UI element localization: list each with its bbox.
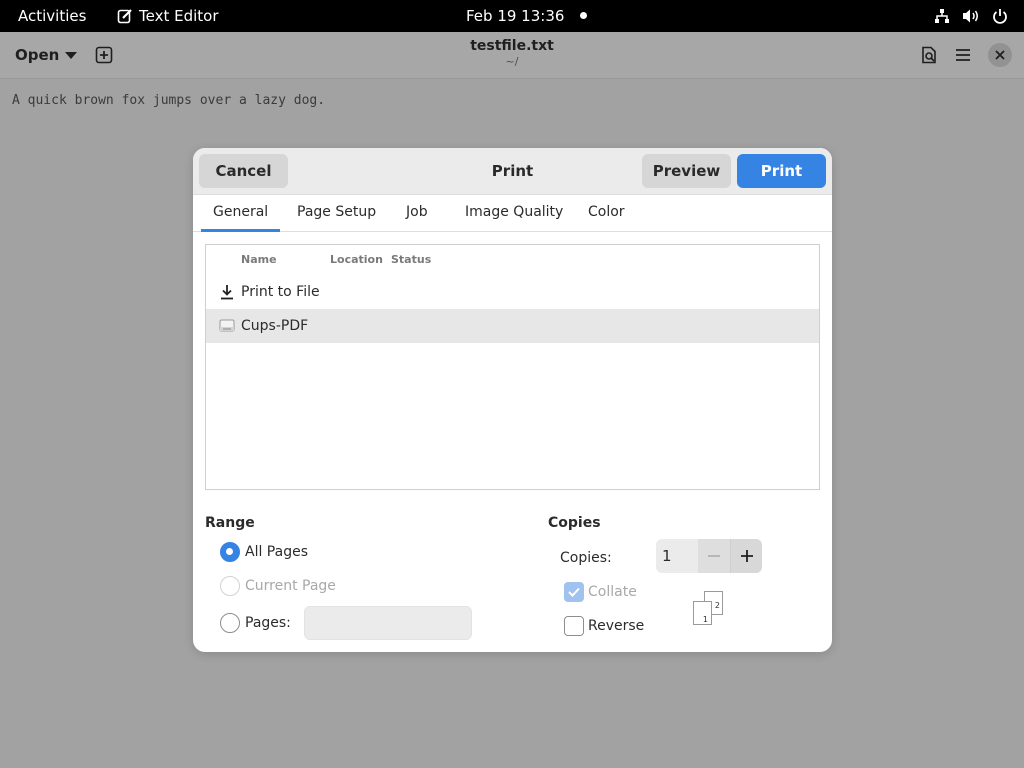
checkmark-icon (568, 587, 580, 597)
chevron-down-icon (65, 51, 78, 59)
open-button[interactable]: Open (15, 46, 78, 64)
open-label: Open (15, 46, 60, 64)
download-icon (221, 285, 233, 300)
reverse-label[interactable]: Reverse (588, 618, 644, 634)
decrement-button (698, 539, 730, 573)
minus-icon (708, 555, 720, 557)
tab-job[interactable]: Job (406, 204, 428, 220)
printer-row-print-to-file[interactable]: Print to File (206, 275, 819, 309)
plus-icon (740, 550, 753, 562)
pages-label[interactable]: Pages: (245, 615, 291, 631)
editor-headerbar: Open testfile.txt ~/ (0, 32, 1024, 79)
dialog-header: Cancel Print Preview Print (193, 148, 832, 195)
system-tray[interactable] (934, 8, 1008, 24)
network-icon (935, 9, 949, 23)
close-icon (995, 50, 1005, 60)
dialog-tabs: General Page Setup Job Image Quality Col… (193, 195, 832, 232)
copies-heading: Copies (548, 515, 601, 531)
new-tab-icon (95, 46, 113, 64)
clock[interactable]: Feb 19 13:36 (466, 7, 564, 25)
tab-general[interactable]: General (200, 204, 281, 232)
hamburger-menu-icon[interactable] (954, 46, 972, 64)
column-header-location[interactable]: Location (330, 253, 383, 266)
app-menu[interactable]: Text Editor (117, 7, 219, 25)
save-document-icon[interactable] (920, 46, 938, 64)
all-pages-label[interactable]: All Pages (245, 544, 308, 560)
file-path: ~/ (505, 55, 519, 68)
radio-all-pages[interactable] (220, 542, 240, 562)
collate-checkbox (564, 582, 584, 602)
top-bar: Activities Text Editor Feb 19 13:36 (0, 0, 1024, 32)
collate-page-1: 1 (693, 601, 712, 625)
column-header-name[interactable]: Name (241, 253, 277, 266)
current-page-label: Current Page (245, 578, 336, 594)
preview-button[interactable]: Preview (642, 154, 731, 188)
column-header-status[interactable]: Status (391, 253, 431, 266)
printer-name: Cups-PDF (241, 318, 309, 334)
reverse-checkbox[interactable] (564, 616, 584, 636)
window-title: testfile.txt ~/ (412, 38, 612, 68)
tab-image-quality[interactable]: Image Quality (465, 204, 563, 220)
range-heading: Range (205, 515, 255, 531)
radio-current-page (220, 576, 240, 596)
printer-list[interactable]: Name Location Status Print to File Cups-… (205, 244, 820, 490)
power-icon (993, 9, 1007, 24)
copies-input[interactable]: 1 (656, 539, 698, 573)
new-tab-button[interactable] (95, 46, 113, 68)
text-editor-icon (117, 9, 132, 24)
app-name: Text Editor (139, 7, 219, 25)
print-dialog: Cancel Print Preview Print General Page … (193, 148, 832, 652)
notification-dot (580, 12, 587, 19)
close-window-button[interactable] (988, 43, 1012, 67)
printer-name: Print to File (241, 284, 320, 300)
pages-input[interactable] (304, 606, 472, 640)
increment-button[interactable] (730, 539, 762, 573)
copies-spinner: 1 (656, 539, 762, 573)
volume-icon (963, 9, 978, 23)
editor-content[interactable]: A quick brown fox jumps over a lazy dog. (12, 93, 325, 108)
activities-button[interactable]: Activities (18, 7, 86, 25)
header-actions (920, 43, 1012, 67)
collate-preview-icon: 2 1 (693, 591, 725, 627)
tab-color[interactable]: Color (588, 204, 625, 220)
printer-row-cups-pdf[interactable]: Cups-PDF (206, 309, 819, 343)
cancel-button[interactable]: Cancel (199, 154, 288, 188)
collate-label: Collate (588, 584, 637, 600)
copies-label: Copies: (560, 550, 612, 566)
file-title: testfile.txt (470, 38, 554, 54)
radio-pages[interactable] (220, 613, 240, 633)
tab-page-setup[interactable]: Page Setup (297, 204, 376, 220)
print-button[interactable]: Print (737, 154, 826, 188)
printer-icon (219, 319, 235, 332)
